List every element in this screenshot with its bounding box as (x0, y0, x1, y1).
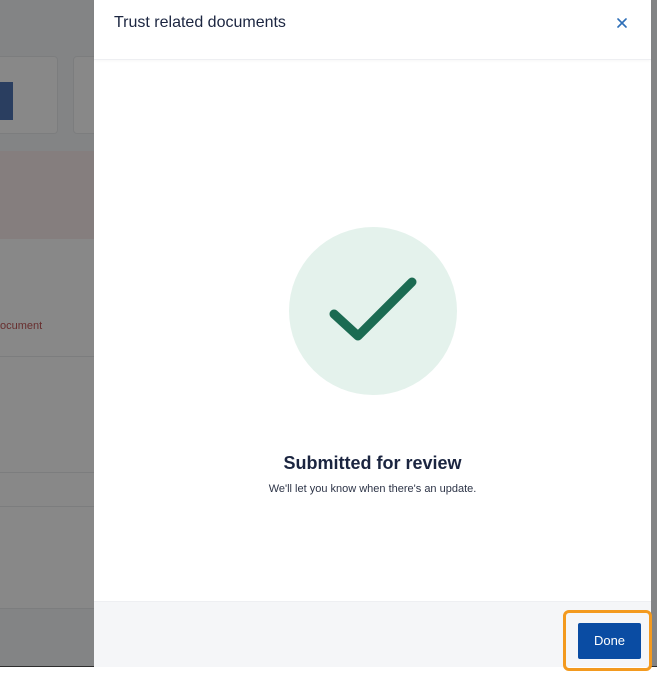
drawer-body: Submitted for review We'll let you know … (94, 60, 651, 601)
drawer-footer: Done (94, 601, 651, 667)
trust-documents-drawer: Trust related documents Submitted for re… (94, 0, 651, 667)
success-title: Submitted for review (283, 453, 462, 473)
success-circle (288, 227, 457, 395)
success-subtitle: We'll let you know when there's an updat… (268, 483, 477, 495)
close-icon (617, 17, 627, 28)
checkmark-icon (329, 277, 416, 341)
close-button[interactable] (611, 12, 633, 34)
done-button[interactable]: Done (578, 622, 641, 659)
drawer-title: Trust related documents (114, 13, 286, 31)
drawer-header: Trust related documents (94, 0, 651, 60)
